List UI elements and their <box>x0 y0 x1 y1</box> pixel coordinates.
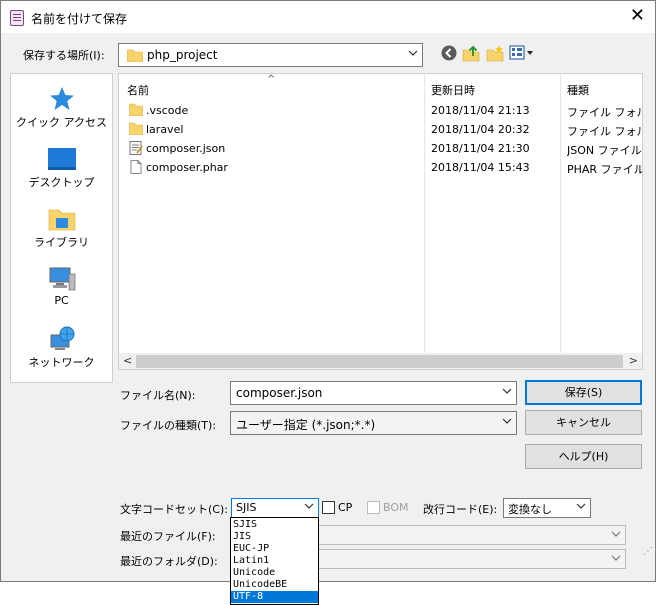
folder-icon <box>126 48 144 65</box>
file-name: .vscode <box>146 104 189 117</box>
chevron-down-icon[interactable] <box>611 553 621 566</box>
charset-option-euc-jp[interactable]: EUC-JP <box>231 543 318 555</box>
charset-dropdown-list[interactable]: SJIS JIS EUC-JP Latin1 Unicode UnicodeBE… <box>230 517 319 605</box>
file-modified: 2018/11/04 15:43 <box>431 161 530 174</box>
library-icon <box>48 209 75 231</box>
cp-checkbox[interactable] <box>322 501 335 514</box>
chevron-down-icon[interactable] <box>304 501 314 514</box>
charset-select[interactable]: SJIS <box>231 498 319 518</box>
bom-label: BOM <box>383 501 409 514</box>
file-type: PHAR ファイル <box>567 163 642 176</box>
file-list[interactable]: ^ 名前 更新日時 種類 .vscode 2018/11/04 21:13 ファ… <box>118 73 643 370</box>
help-button[interactable]: ヘルプ(H) <box>525 444 642 469</box>
place-network[interactable]: ネットワーク <box>11 326 112 370</box>
place-label: PC <box>54 294 69 307</box>
charset-label: 文字コードセット(C): <box>120 503 228 516</box>
file-name: composer.json <box>146 142 226 155</box>
window-title: 名前を付けて保存 <box>31 12 128 26</box>
chevron-down-icon[interactable] <box>502 416 512 429</box>
file-row[interactable]: composer.phar 2018/11/04 15:43 PHAR ファイル <box>119 158 642 177</box>
recent-folder-label: 最近のフォルダ(D): <box>120 555 218 568</box>
place-label: ネットワーク <box>28 356 95 369</box>
charset-option-unicodebe[interactable]: UnicodeBE <box>231 579 318 591</box>
chevron-down-icon[interactable] <box>502 386 512 399</box>
filename-value: composer.json <box>236 386 323 400</box>
file-modified: 2018/11/04 21:13 <box>431 104 530 117</box>
place-label: ライブラリ <box>34 236 89 249</box>
network-icon <box>50 326 74 350</box>
charset-option-latin1[interactable]: Latin1 <box>231 555 318 567</box>
view-menu-icon[interactable] <box>509 44 535 62</box>
notepad-app-icon <box>10 10 24 26</box>
desktop-icon <box>47 148 76 170</box>
charset-option-jis[interactable]: JIS <box>231 531 318 543</box>
back-icon[interactable] <box>440 44 458 62</box>
resize-grip-icon[interactable]: ⋰ <box>643 546 653 557</box>
recent-file-label: 最近のファイル(F): <box>120 530 216 543</box>
filename-input[interactable]: composer.json <box>230 381 517 405</box>
cp-label: CP <box>338 501 353 514</box>
filetype-value: ユーザー指定 (*.json;*.*) <box>236 418 376 432</box>
place-library[interactable]: ライブラリ <box>11 206 112 250</box>
file-name: composer.phar <box>146 161 228 174</box>
place-label: クイック アクセス <box>16 116 107 129</box>
title-bar: 名前を付けて保存 ✕ <box>1 1 655 33</box>
folder-icon <box>128 103 144 119</box>
file-row[interactable]: .vscode 2018/11/04 21:13 ファイル フォルダー <box>119 101 642 120</box>
file-row[interactable]: laravel 2018/11/04 20:32 ファイル フォルダー <box>119 120 642 139</box>
filetype-select[interactable]: ユーザー指定 (*.json;*.*) <box>230 411 517 435</box>
file-name: laravel <box>146 123 184 136</box>
cancel-button[interactable]: キャンセル <box>525 410 642 435</box>
sort-caret-icon: ^ <box>267 74 276 85</box>
charset-option-utf-8[interactable]: UTF-8 <box>231 591 318 603</box>
column-header-type[interactable]: 種類 <box>567 82 589 98</box>
scrollbar-thumb[interactable] <box>136 355 623 368</box>
place-label: デスクトップ <box>28 176 95 189</box>
scroll-right-icon[interactable]: > <box>629 354 638 367</box>
location-label: 保存する場所(I): <box>23 49 105 62</box>
places-bar: クイック アクセス デスクトップ ライブラリ PC ネットワーク <box>10 73 113 383</box>
location-combo[interactable]: php_project <box>118 43 423 67</box>
up-folder-icon[interactable] <box>462 44 480 62</box>
computer-icon <box>49 267 75 291</box>
newline-label: 改行コード(E): <box>423 503 498 516</box>
new-folder-icon[interactable] <box>486 44 504 62</box>
file-type: ファイル フォルダー <box>567 106 642 119</box>
chevron-down-icon[interactable] <box>576 501 586 514</box>
chevron-down-icon[interactable] <box>408 48 418 61</box>
filetype-label: ファイルの種類(T): <box>120 419 217 432</box>
column-header-modified[interactable]: 更新日時 <box>431 82 475 98</box>
location-value: php_project <box>147 48 218 62</box>
save-as-dialog: 名前を付けて保存 ✕ 保存する場所(I): php_project クイック ア… <box>0 0 656 582</box>
scroll-left-icon[interactable]: < <box>123 354 132 367</box>
place-desktop[interactable]: デスクトップ <box>11 146 112 190</box>
file-modified: 2018/11/04 20:32 <box>431 123 530 136</box>
file-modified: 2018/11/04 21:30 <box>431 142 530 155</box>
file-icon <box>129 160 143 177</box>
save-button[interactable]: 保存(S) <box>525 380 642 405</box>
chevron-down-icon[interactable] <box>611 529 621 542</box>
horizontal-scrollbar[interactable]: < > <box>119 353 642 369</box>
json-file-icon <box>129 141 143 158</box>
folder-icon <box>128 122 144 138</box>
file-type: JSON ファイル <box>567 144 642 157</box>
file-row[interactable]: composer.json 2018/11/04 21:30 JSON ファイル <box>119 139 642 158</box>
newline-select[interactable]: 変換なし <box>503 498 591 518</box>
close-icon[interactable]: ✕ <box>630 5 645 27</box>
column-header-name[interactable]: 名前 <box>127 82 149 98</box>
star-icon <box>49 87 74 110</box>
newline-value: 変換なし <box>508 503 552 516</box>
file-type: ファイル フォルダー <box>567 125 642 138</box>
charset-value: SJIS <box>236 501 257 514</box>
bom-checkbox[interactable] <box>367 501 380 514</box>
place-pc[interactable]: PC <box>11 266 112 307</box>
place-quick-access[interactable]: クイック アクセス <box>11 86 112 130</box>
filename-label: ファイル名(N): <box>120 389 196 402</box>
charset-option-sjis[interactable]: SJIS <box>231 519 318 531</box>
charset-option-unicode[interactable]: Unicode <box>231 567 318 579</box>
